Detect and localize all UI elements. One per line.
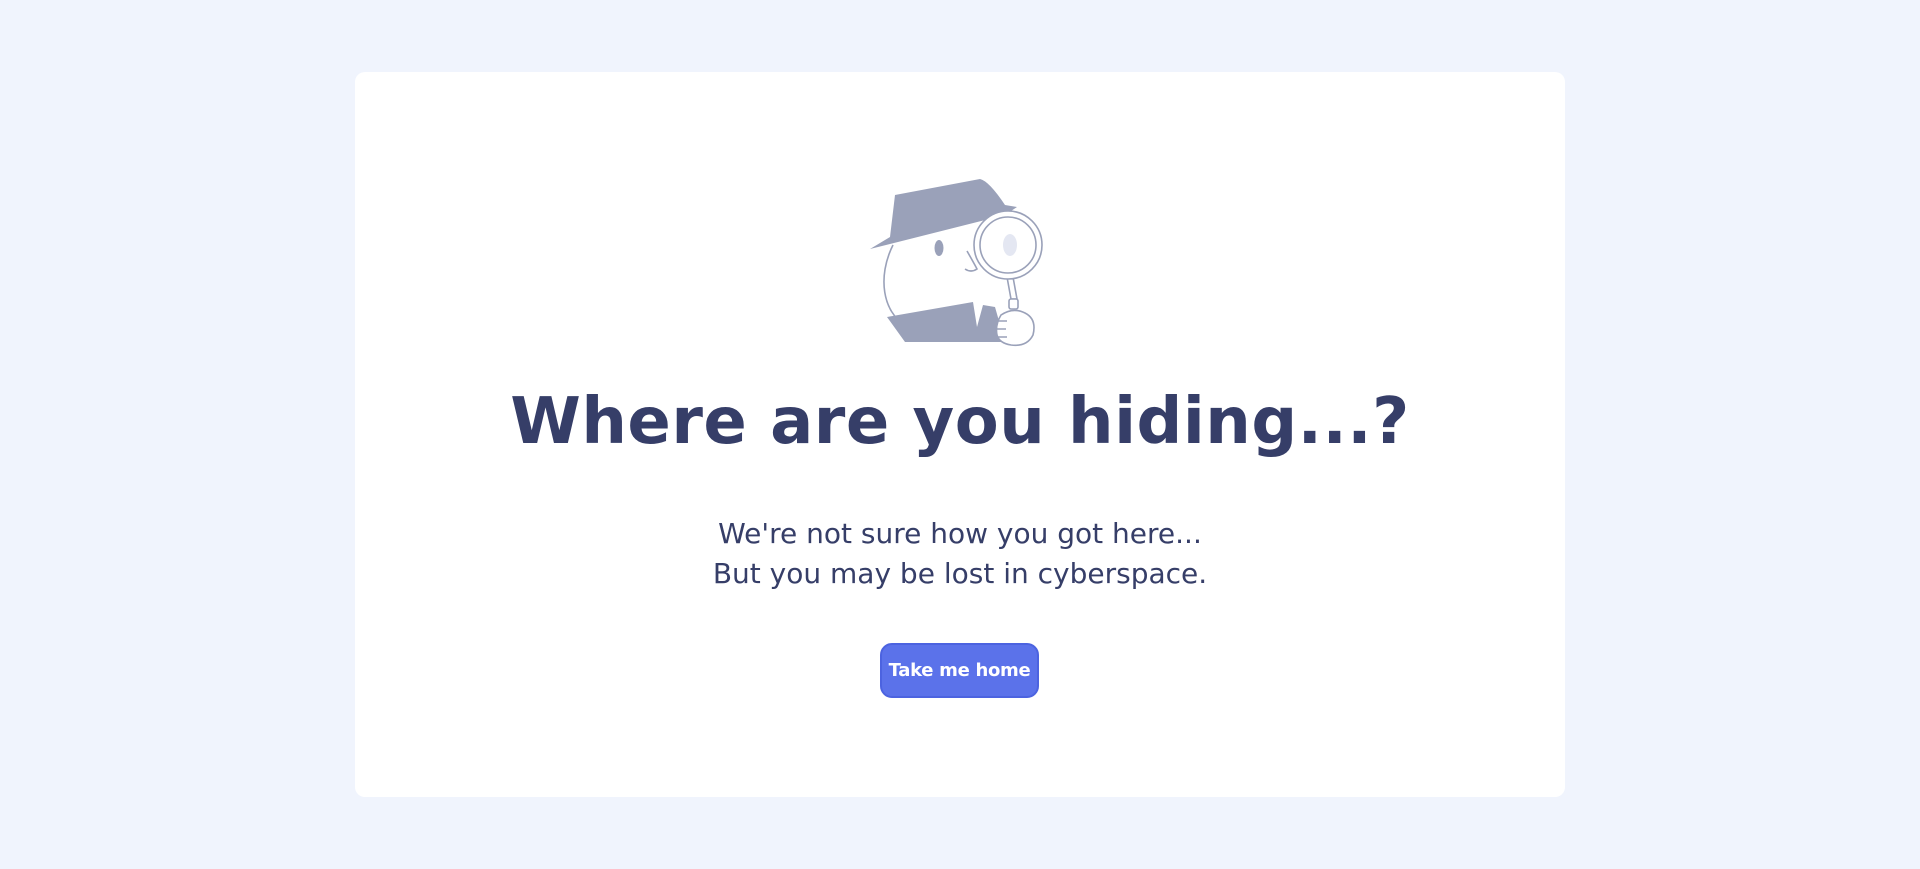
error-message-line-2: But you may be lost in cyberspace. — [712, 557, 1208, 590]
error-card: Where are you hiding...? We're not sure … — [355, 72, 1565, 797]
page-title: Where are you hiding...? — [510, 385, 1410, 459]
detective-illustration-icon — [870, 179, 1043, 347]
error-message: We're not sure how you got here... But y… — [355, 514, 1565, 594]
take-me-home-button[interactable]: Take me home — [880, 643, 1039, 698]
error-message-line-1: We're not sure how you got here... — [718, 517, 1202, 550]
